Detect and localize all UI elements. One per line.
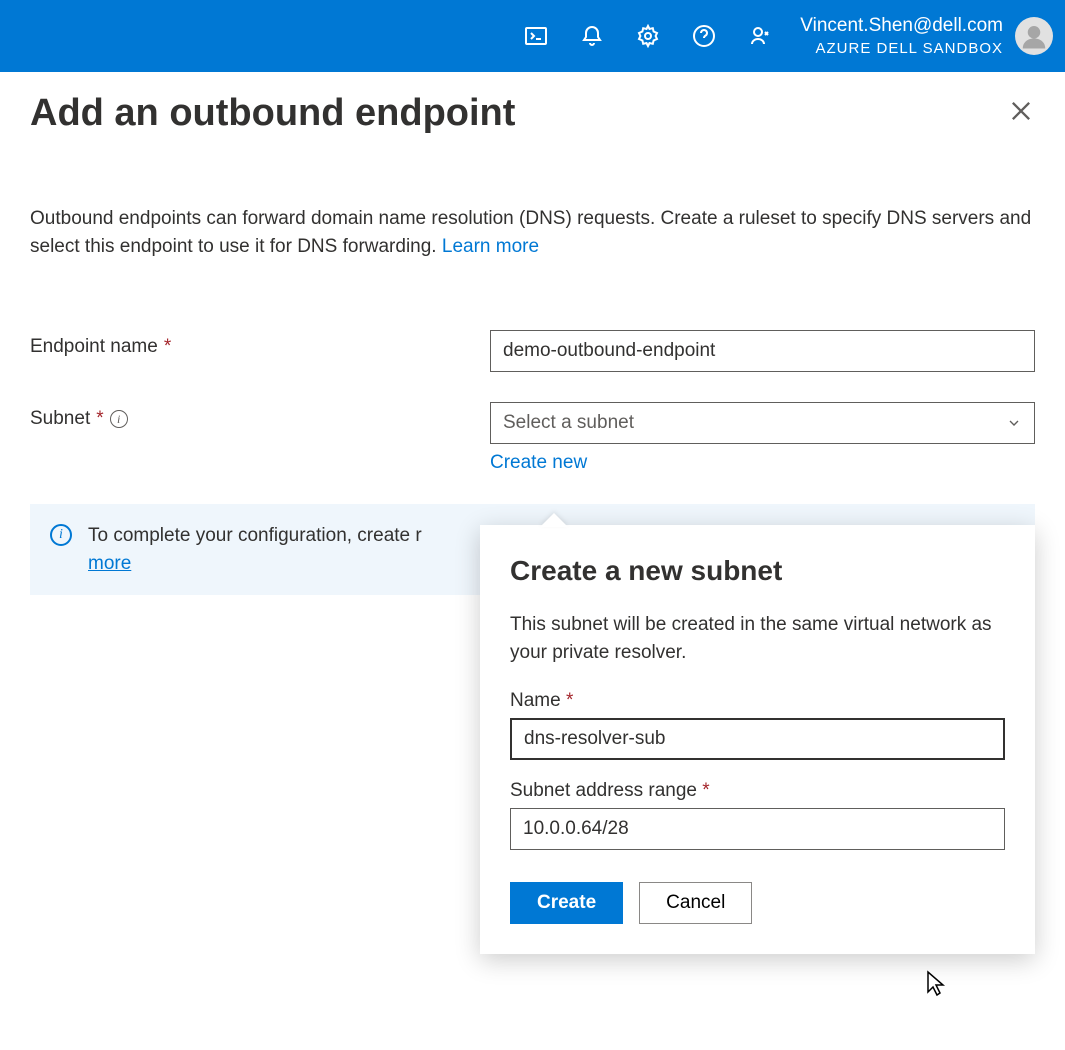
- create-new-link[interactable]: Create new: [490, 452, 587, 474]
- user-tenant: AZURE DELL SANDBOX: [800, 39, 1003, 59]
- required-asterisk: *: [702, 780, 709, 801]
- help-icon[interactable]: [680, 12, 728, 60]
- popover-button-row: Create Cancel: [510, 882, 1005, 924]
- top-header: Vincent.Shen@dell.com AZURE DELL SANDBOX: [0, 0, 1065, 72]
- endpoint-name-label: Endpoint name *: [30, 330, 490, 358]
- subnet-dropdown[interactable]: Select a subnet: [490, 402, 1035, 444]
- user-email: Vincent.Shen@dell.com: [800, 14, 1003, 39]
- endpoint-name-label-text: Endpoint name: [30, 336, 158, 358]
- user-info[interactable]: Vincent.Shen@dell.com AZURE DELL SANDBOX: [800, 14, 1053, 58]
- subnet-control: Select a subnet Create new: [490, 402, 1035, 474]
- chevron-down-icon: [1006, 415, 1022, 431]
- subnet-name-label: Name *: [510, 690, 1005, 712]
- info-icon[interactable]: i: [110, 410, 128, 428]
- popover-title: Create a new subnet: [510, 555, 1005, 587]
- create-subnet-popover: Create a new subnet This subnet will be …: [480, 525, 1035, 954]
- info-icon: i: [50, 524, 72, 546]
- subnet-name-input[interactable]: [510, 718, 1005, 760]
- subnet-range-label: Subnet address range *: [510, 780, 1005, 802]
- endpoint-name-control: [490, 330, 1035, 372]
- info-banner-text: To complete your configuration, create r…: [88, 522, 422, 577]
- description: Outbound endpoints can forward domain na…: [0, 135, 1065, 260]
- user-text: Vincent.Shen@dell.com AZURE DELL SANDBOX: [800, 14, 1003, 58]
- notifications-icon[interactable]: [568, 12, 616, 60]
- header-icon-group: [512, 12, 784, 60]
- title-row: Add an outbound endpoint: [0, 72, 1065, 135]
- endpoint-name-input[interactable]: [490, 330, 1035, 372]
- close-button[interactable]: [1007, 97, 1035, 130]
- cancel-button[interactable]: Cancel: [639, 882, 752, 924]
- cloud-shell-icon[interactable]: [512, 12, 560, 60]
- popover-description: This subnet will be created in the same …: [510, 611, 1005, 666]
- subnet-label-text: Subnet: [30, 408, 90, 430]
- cursor-icon: [925, 970, 949, 1003]
- info-banner-prefix: To complete your configuration, create r: [88, 525, 422, 546]
- required-asterisk: *: [566, 690, 573, 711]
- subnet-dropdown-placeholder: Select a subnet: [503, 412, 634, 434]
- create-button[interactable]: Create: [510, 882, 623, 924]
- info-banner-learn-more[interactable]: more: [88, 553, 131, 574]
- learn-more-link[interactable]: Learn more: [442, 236, 539, 257]
- subnet-range-input[interactable]: [510, 808, 1005, 850]
- subnet-row: Subnet * i Select a subnet Create new: [30, 402, 1035, 474]
- subnet-label: Subnet * i: [30, 402, 490, 430]
- required-asterisk: *: [96, 408, 103, 430]
- feedback-icon[interactable]: [736, 12, 784, 60]
- form-area: Endpoint name * Subnet * i Select a subn…: [0, 260, 1065, 474]
- settings-icon[interactable]: [624, 12, 672, 60]
- subnet-name-label-text: Name: [510, 690, 561, 711]
- page-title: Add an outbound endpoint: [30, 92, 515, 135]
- subnet-range-label-text: Subnet address range: [510, 780, 697, 801]
- endpoint-name-row: Endpoint name *: [30, 330, 1035, 372]
- avatar[interactable]: [1015, 17, 1053, 55]
- required-asterisk: *: [164, 336, 171, 358]
